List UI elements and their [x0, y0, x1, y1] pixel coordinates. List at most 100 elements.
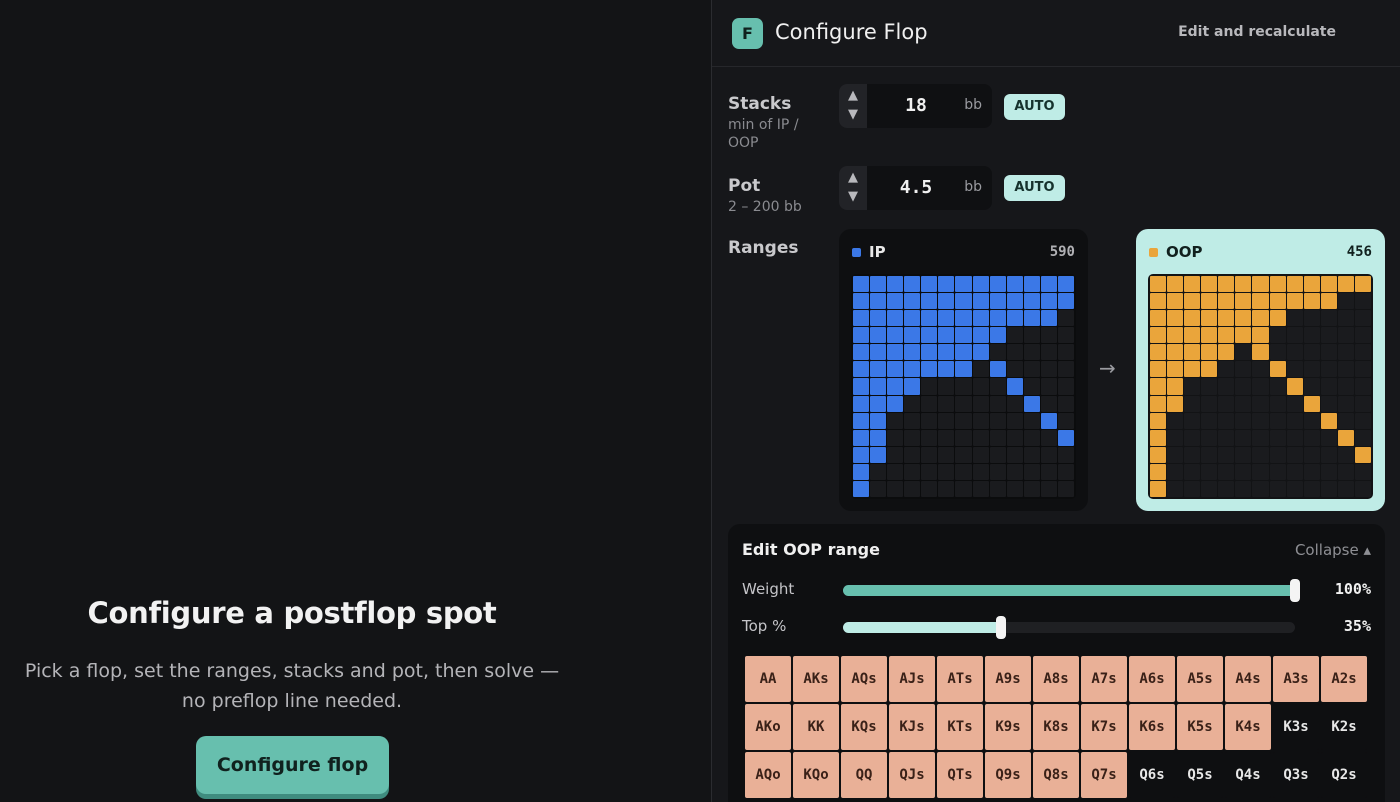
oop-range-cell[interactable] [1201, 310, 1218, 327]
oop-range-cell[interactable] [1320, 480, 1337, 497]
ip-range-cell[interactable] [887, 276, 904, 293]
oop-range-cell[interactable] [1320, 463, 1337, 480]
oop-range-cell[interactable] [1201, 429, 1218, 446]
ip-range-cell[interactable] [1040, 412, 1057, 429]
hand-cell[interactable]: A7s [1081, 656, 1127, 702]
weight-slider[interactable] [843, 579, 1300, 602]
oop-range-cell[interactable] [1337, 463, 1354, 480]
oop-range-cell[interactable] [1218, 412, 1235, 429]
oop-range-cell[interactable] [1320, 344, 1337, 361]
ip-range-cell[interactable] [887, 395, 904, 412]
hand-cell[interactable]: A2s [1321, 656, 1367, 702]
oop-range-cell[interactable] [1354, 395, 1371, 412]
ip-range-cell[interactable] [853, 276, 870, 293]
hand-cell[interactable]: K7s [1081, 704, 1127, 750]
oop-range-cell[interactable] [1286, 344, 1303, 361]
oop-range-cell[interactable] [1235, 327, 1252, 344]
oop-range-cell[interactable] [1337, 378, 1354, 395]
ip-range-cell[interactable] [989, 276, 1006, 293]
oop-range-cell[interactable] [1218, 463, 1235, 480]
ip-range-cell[interactable] [887, 378, 904, 395]
ip-range-cell[interactable] [1006, 310, 1023, 327]
oop-range-cell[interactable] [1269, 395, 1286, 412]
hand-cell[interactable]: QQ [841, 752, 887, 798]
oop-range-cell[interactable] [1150, 276, 1167, 293]
ip-range-cell[interactable] [870, 344, 887, 361]
oop-range-cell[interactable] [1184, 310, 1201, 327]
oop-range-cell[interactable] [1201, 344, 1218, 361]
hand-cell[interactable]: AQs [841, 656, 887, 702]
oop-range-cell[interactable] [1184, 327, 1201, 344]
oop-range-cell[interactable] [1252, 378, 1269, 395]
oop-range-cell[interactable] [1150, 378, 1167, 395]
ip-range-cell[interactable] [904, 429, 921, 446]
ip-range-cell[interactable] [1023, 276, 1040, 293]
ip-range-cell[interactable] [989, 378, 1006, 395]
ip-range-cell[interactable] [972, 446, 989, 463]
ip-range-cell[interactable] [1006, 344, 1023, 361]
ip-range-cell[interactable] [1023, 395, 1040, 412]
oop-range-cell[interactable] [1269, 463, 1286, 480]
oop-range-cell[interactable] [1150, 310, 1167, 327]
ip-range-cell[interactable] [972, 327, 989, 344]
oop-range-cell[interactable] [1354, 412, 1371, 429]
oop-range-cell[interactable] [1201, 293, 1218, 310]
oop-range-cell[interactable] [1201, 378, 1218, 395]
hand-cell[interactable]: K6s [1129, 704, 1175, 750]
ip-range-cell[interactable] [955, 310, 972, 327]
oop-range-cell[interactable] [1167, 429, 1184, 446]
stacks-value[interactable]: 18 [879, 84, 953, 128]
oop-range-cell[interactable] [1218, 480, 1235, 497]
oop-range-cell[interactable] [1286, 463, 1303, 480]
collapse-button[interactable]: Collapse ▴ [1295, 541, 1371, 559]
ip-range-cell[interactable] [904, 412, 921, 429]
oop-range-cell[interactable] [1269, 378, 1286, 395]
ip-range-cell[interactable] [870, 429, 887, 446]
oop-range-cell[interactable] [1286, 480, 1303, 497]
oop-range-cell[interactable] [1184, 412, 1201, 429]
ip-range-cell[interactable] [989, 412, 1006, 429]
hand-cell[interactable]: K2s [1321, 704, 1367, 750]
oop-range-cell[interactable] [1269, 293, 1286, 310]
oop-range-cell[interactable] [1167, 480, 1184, 497]
oop-range-cell[interactable] [1184, 361, 1201, 378]
oop-range-cell[interactable] [1286, 310, 1303, 327]
oop-range-cell[interactable] [1218, 361, 1235, 378]
oop-range-cell[interactable] [1320, 361, 1337, 378]
oop-range-cell[interactable] [1184, 378, 1201, 395]
oop-range-cell[interactable] [1167, 361, 1184, 378]
ip-range-cell[interactable] [938, 327, 955, 344]
oop-range-cell[interactable] [1303, 344, 1320, 361]
oop-range-cell[interactable] [1150, 327, 1167, 344]
oop-range-cell[interactable] [1218, 327, 1235, 344]
ip-range-cell[interactable] [989, 463, 1006, 480]
ip-range-cell[interactable] [1040, 395, 1057, 412]
ip-range-cell[interactable] [1006, 429, 1023, 446]
hand-cell[interactable]: QTs [937, 752, 983, 798]
ip-range-cell[interactable] [938, 395, 955, 412]
oop-range-cell[interactable] [1303, 361, 1320, 378]
ip-range-cell[interactable] [904, 327, 921, 344]
ip-range-cell[interactable] [938, 344, 955, 361]
oop-range-cell[interactable] [1184, 293, 1201, 310]
ip-range-cell[interactable] [1040, 429, 1057, 446]
ip-range-cell[interactable] [955, 378, 972, 395]
ip-range-cell[interactable] [1057, 327, 1074, 344]
ip-range-cell[interactable] [1040, 276, 1057, 293]
oop-range-cell[interactable] [1320, 327, 1337, 344]
ip-range-grid[interactable] [851, 274, 1076, 499]
ip-range-cell[interactable] [1023, 361, 1040, 378]
oop-range-cell[interactable] [1252, 412, 1269, 429]
oop-range-cell[interactable] [1252, 463, 1269, 480]
ip-range-cell[interactable] [1023, 293, 1040, 310]
ip-range-cell[interactable] [853, 480, 870, 497]
oop-range-cell[interactable] [1303, 310, 1320, 327]
oop-range-cell[interactable] [1235, 276, 1252, 293]
ip-range-cell[interactable] [870, 361, 887, 378]
oop-range-cell[interactable] [1252, 361, 1269, 378]
ip-range-cell[interactable] [921, 310, 938, 327]
oop-range-cell[interactable] [1354, 463, 1371, 480]
hand-cell[interactable]: Q7s [1081, 752, 1127, 798]
oop-range-cell[interactable] [1354, 429, 1371, 446]
hand-cell[interactable]: A9s [985, 656, 1031, 702]
